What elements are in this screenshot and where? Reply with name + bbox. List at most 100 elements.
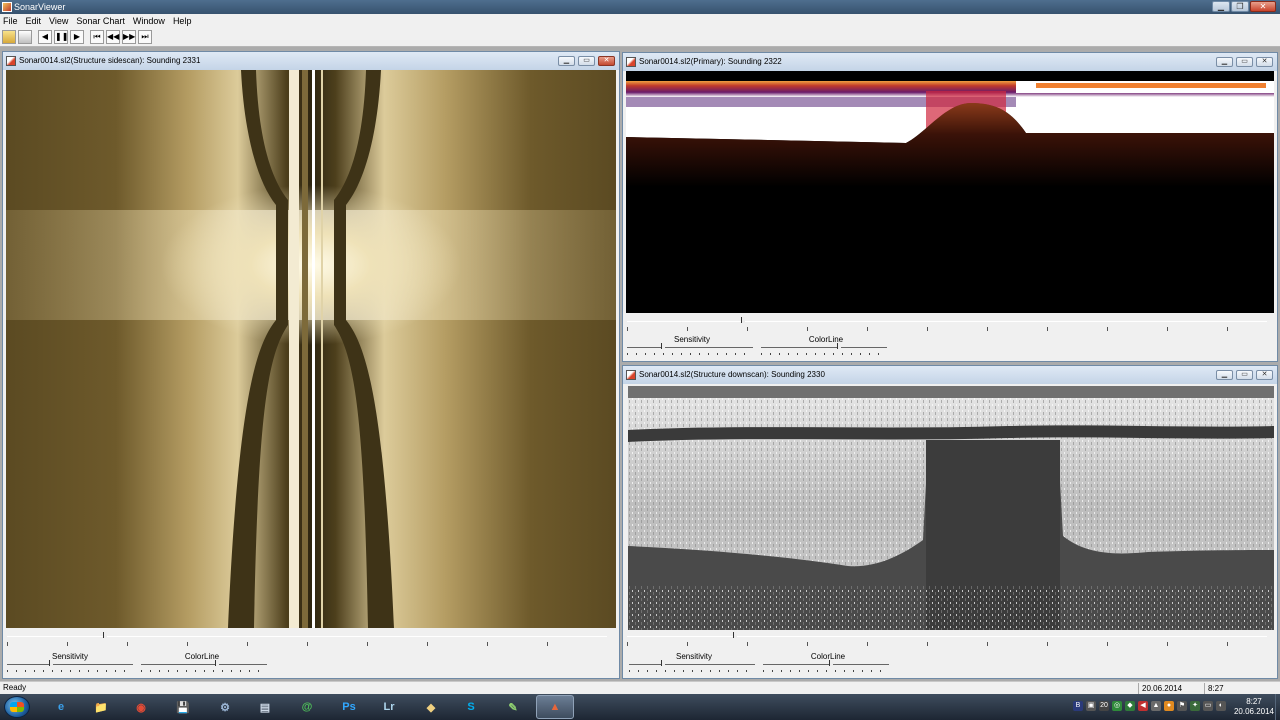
downscan-sensitivity-thumb[interactable]	[661, 660, 665, 666]
minimize-icon[interactable]: ▁	[1216, 370, 1233, 380]
internet-explorer-icon[interactable]: e	[42, 695, 80, 719]
sidescan-colorline-slider[interactable]	[141, 664, 267, 665]
maximize-icon[interactable]: ▭	[1236, 57, 1253, 67]
primary-sensitivity-slider[interactable]	[627, 347, 753, 348]
sidescan-sensitivity-thumb[interactable]	[49, 660, 53, 666]
downscan-colorline-slider[interactable]	[763, 664, 889, 665]
skype-icon[interactable]: S	[452, 695, 490, 719]
tray-star-icon[interactable]: ✦	[1190, 701, 1200, 711]
tray-20-icon[interactable]: 20	[1099, 701, 1109, 711]
volume-icon[interactable]: ◐	[1216, 701, 1226, 711]
sidescan-scroll-track[interactable]	[7, 636, 607, 637]
primary-scroll-thumb[interactable]	[741, 317, 745, 323]
pause-button[interactable]: ❚❚	[54, 30, 68, 44]
status-text: Ready	[3, 683, 27, 692]
menu-edit[interactable]: Edit	[26, 16, 42, 26]
clock[interactable]: 8:27 20.06.2014	[1234, 697, 1274, 717]
sidescan-image	[6, 70, 616, 628]
close-icon[interactable]: ✕	[1250, 1, 1276, 12]
save-icon[interactable]: 💾	[164, 695, 202, 719]
fast-forward-button[interactable]: ▶▶	[122, 30, 136, 44]
downscan-image	[628, 386, 1274, 630]
primary-sensitivity-thumb[interactable]	[661, 343, 665, 349]
downscan-colorline-ticks	[763, 670, 889, 672]
edit-icon[interactable]: ✎	[494, 695, 532, 719]
print-icon[interactable]	[18, 30, 32, 44]
downscan-scroll-thumb[interactable]	[733, 632, 737, 638]
menu-sonar-chart[interactable]: Sonar Chart	[76, 16, 125, 26]
downscan-scroll-track[interactable]	[627, 636, 1267, 637]
primary-scroll-track[interactable]	[627, 321, 1267, 322]
primary-sonar-image[interactable]	[626, 71, 1274, 313]
tray-orange-icon[interactable]: ●	[1164, 701, 1174, 711]
minimize-icon[interactable]: ▁	[1212, 1, 1230, 12]
sidescan-sensitivity-label: Sensitivity	[51, 652, 88, 661]
app-title-bar[interactable]: SonarViewer ▁ ❐ ✕	[0, 0, 1280, 14]
menu-file[interactable]: File	[3, 16, 18, 26]
play-button[interactable]: ▶	[70, 30, 84, 44]
primary-title: Sonar0014.sl2(Primary): Sounding 2322	[639, 57, 782, 66]
minimize-icon[interactable]: ▁	[1216, 57, 1233, 67]
sidescan-window[interactable]: Sonar0014.sl2(Structure sidescan): Sound…	[2, 51, 620, 679]
downscan-sonar-image[interactable]	[628, 386, 1274, 630]
lightroom-icon[interactable]: Lr	[370, 695, 408, 719]
tray-up-icon[interactable]: ▲	[1151, 701, 1161, 711]
sidescan-title-bar[interactable]: Sonar0014.sl2(Structure sidescan): Sound…	[3, 52, 619, 70]
downscan-window[interactable]: Sonar0014.sl2(Structure downscan): Sound…	[622, 365, 1278, 679]
downscan-colorline-thumb[interactable]	[829, 660, 833, 666]
document-icon[interactable]: ▤	[246, 695, 284, 719]
menu-help[interactable]: Help	[173, 16, 192, 26]
tray-shield-icon[interactable]: ◆	[1125, 701, 1135, 711]
show-desktop-button[interactable]	[1275, 694, 1280, 720]
photoshop-icon[interactable]: Ps	[330, 695, 368, 719]
app-icon	[2, 2, 12, 12]
primary-colorline-slider[interactable]	[761, 347, 887, 348]
primary-window[interactable]: Sonar0014.sl2(Primary): Sounding 2322 ▁ …	[622, 52, 1278, 362]
tray-green-icon[interactable]: ◎	[1112, 701, 1122, 711]
restore-icon[interactable]: ❐	[1231, 1, 1249, 12]
tray-keyboard-icon[interactable]: ▣	[1086, 701, 1096, 711]
primary-colorline-ticks	[761, 353, 887, 355]
skip-first-button[interactable]: ⏮	[90, 30, 104, 44]
sidescan-colorline-thumb[interactable]	[215, 660, 219, 666]
menu-view[interactable]: View	[49, 16, 68, 26]
windows-logo-icon	[10, 702, 24, 712]
rewind-button[interactable]: ◀◀	[106, 30, 120, 44]
network-icon[interactable]: ▭	[1203, 701, 1213, 711]
folder-icon[interactable]: 📁	[82, 695, 120, 719]
primary-colorline-thumb[interactable]	[837, 343, 841, 349]
open-file-icon[interactable]	[2, 30, 16, 44]
primary-title-bar[interactable]: Sonar0014.sl2(Primary): Sounding 2322 ▁ …	[623, 53, 1277, 71]
tool-icon[interactable]: ⚙	[206, 695, 244, 719]
minimize-icon[interactable]: ▁	[558, 56, 575, 66]
sidescan-sensitivity-ticks	[7, 670, 133, 672]
tray-b-icon[interactable]: B	[1073, 701, 1083, 711]
sonarviewer-icon[interactable]: ▲	[536, 695, 574, 719]
downscan-sensitivity-slider[interactable]	[629, 664, 755, 665]
maximize-icon[interactable]: ▭	[578, 56, 595, 66]
tray-arrow-icon[interactable]: ◀	[1138, 701, 1148, 711]
downscan-scroll-ticks	[627, 642, 1267, 646]
status-bar: Ready 20.06.2014 8:27	[0, 681, 1280, 694]
skip-last-button[interactable]: ⏭	[138, 30, 152, 44]
sidescan-sonar-image[interactable]	[6, 70, 616, 628]
mail-icon[interactable]: @	[288, 695, 326, 719]
chrome-icon[interactable]: ◉	[122, 695, 160, 719]
maximize-icon[interactable]: ▭	[1236, 370, 1253, 380]
step-back-button[interactable]: ◀	[38, 30, 52, 44]
close-icon[interactable]: ✕	[598, 56, 615, 66]
sidescan-scroll-thumb[interactable]	[103, 632, 107, 638]
sidescan-controls: Sensitivity ColorLine	[3, 630, 619, 678]
status-date: 20.06.2014	[1138, 683, 1202, 694]
close-icon[interactable]: ✕	[1256, 57, 1273, 67]
downscan-title-bar[interactable]: Sonar0014.sl2(Structure downscan): Sound…	[623, 366, 1277, 384]
note-icon[interactable]: ◆	[412, 695, 450, 719]
menu-window[interactable]: Window	[133, 16, 165, 26]
downscan-colorline-label: ColorLine	[810, 652, 846, 661]
sidescan-scroll-ticks	[7, 642, 607, 646]
start-button[interactable]	[4, 696, 30, 718]
sidescan-title: Sonar0014.sl2(Structure sidescan): Sound…	[19, 56, 201, 65]
flag-icon[interactable]: ⚑	[1177, 701, 1187, 711]
close-icon[interactable]: ✕	[1256, 370, 1273, 380]
sidescan-sensitivity-slider[interactable]	[7, 664, 133, 665]
